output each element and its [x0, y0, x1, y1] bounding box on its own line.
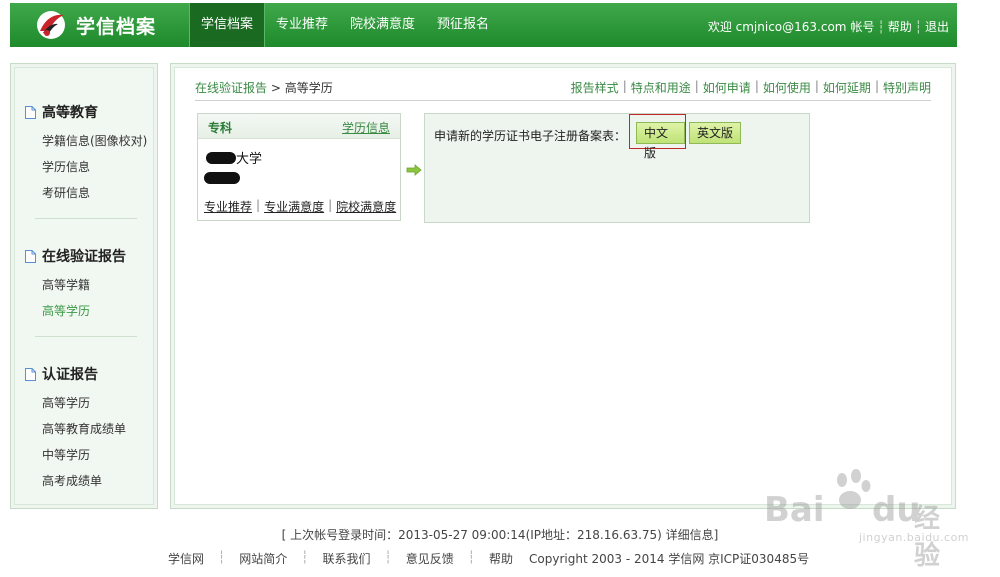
sidebar-item-cert-secondary[interactable]: 中等学历 [42, 442, 153, 468]
sidebar-item-degree-info[interactable]: 学历信息 [42, 154, 153, 180]
school-name: 大学 [206, 148, 262, 167]
footer-link-about[interactable]: 网站简介 [239, 550, 287, 567]
main-panel: 在线验证报告 > 高等学历 报告样式 | 特点和用途 | 如何申请 | 如何使用… [170, 63, 956, 509]
main-inner: 在线验证报告 > 高等学历 报告样式 | 特点和用途 | 如何申请 | 如何使用… [174, 67, 952, 505]
copyright: Copyright 2003 - 2014 学信网 京ICP证030485号 [529, 552, 810, 566]
watermark-url: jingyan.baidu.com [859, 531, 970, 544]
logo-text: 学信档案 [76, 15, 157, 38]
header-rule [195, 100, 931, 101]
degree-card-header: 专科 学历信息 [198, 114, 400, 139]
sidebar-group-higher-education: 高等教育 学籍信息(图像校对) 学历信息 考研信息 [15, 102, 153, 206]
apply-label: 申请新的学历证书电子注册备案表： [434, 129, 627, 143]
document-icon [25, 105, 36, 119]
paw-icon [837, 469, 871, 509]
site-logo[interactable]: 学信档案 [34, 9, 156, 41]
sidebar-item-higher-enrollment[interactable]: 高等学籍 [42, 272, 153, 298]
sidebar-group-title: 在线验证报告 [25, 246, 153, 266]
document-icon [25, 249, 36, 263]
major-name [204, 172, 240, 187]
divider: ┆ [877, 20, 885, 34]
card-link-major-satisfaction[interactable]: 专业满意度 [264, 198, 324, 215]
help-link[interactable]: 帮助 [888, 3, 912, 47]
sidebar-group-title: 认证报告 [25, 364, 153, 384]
link-how-to-extend[interactable]: 如何延期 [823, 79, 871, 96]
divider: ┆ [218, 550, 226, 564]
sidebar-inner: 高等教育 学籍信息(图像校对) 学历信息 考研信息 在线验证报告 高等学籍 高等… [14, 67, 154, 505]
footer-links: 学信网 ┆ 网站简介 ┆ 联系我们 ┆ 意见反馈 ┆ 帮助 Copyright … [168, 550, 809, 567]
sidebar-item-cert-transcript[interactable]: 高等教育成绩单 [42, 416, 153, 442]
breadcrumb-current: 高等学历 [284, 81, 333, 95]
divider: ┆ [467, 550, 475, 564]
breadcrumb: 在线验证报告 > 高等学历 [195, 79, 333, 96]
sidebar-group-label: 认证报告 [42, 367, 98, 383]
logout-link[interactable]: 退出 [925, 3, 949, 47]
sidebar-item-cert-gaokao[interactable]: 高考成绩单 [42, 468, 153, 494]
divider: ┆ [914, 20, 922, 34]
user-bar: 欢迎 cmjnico@163.com 帐号 ┆ 帮助 ┆ 退出 [708, 3, 949, 47]
sidebar-item-enrollment-info[interactable]: 学籍信息(图像校对) [42, 128, 153, 154]
divider: | [694, 79, 699, 93]
link-how-to-apply[interactable]: 如何申请 [703, 79, 751, 96]
footer-link-help[interactable]: 帮助 [489, 550, 513, 567]
logo-icon [37, 11, 65, 39]
breadcrumb-link[interactable]: 在线验证报告 [195, 81, 267, 95]
welcome-text: 欢迎 cmjnico@163.com [707, 20, 847, 34]
footer-link-contact[interactable]: 联系我们 [323, 550, 371, 567]
divider: | [754, 79, 759, 93]
card-link-major-recommend[interactable]: 专业推荐 [204, 198, 252, 215]
degree-info-link[interactable]: 学历信息 [342, 119, 390, 136]
sidebar-group-label: 在线验证报告 [42, 249, 126, 265]
main-nav: 学信档案 专业推荐 院校满意度 预征报名 [189, 3, 500, 47]
nav-tab-school-satisfaction[interactable]: 院校满意度 [339, 3, 426, 47]
footer-link-feedback[interactable]: 意见反馈 [406, 550, 454, 567]
sidebar: 高等教育 学籍信息(图像校对) 学历信息 考研信息 在线验证报告 高等学籍 高等… [10, 63, 158, 509]
report-help-links: 报告样式 | 特点和用途 | 如何申请 | 如何使用 | 如何延期 | 特别声明 [571, 79, 931, 96]
breadcrumb-separator: > [270, 81, 281, 95]
sidebar-group-label: 高等教育 [42, 105, 98, 121]
document-icon [25, 367, 36, 381]
chinese-version-highlight: 中文版 [629, 114, 686, 160]
link-report-sample[interactable]: 报告样式 [571, 79, 619, 96]
sidebar-group-online-report: 在线验证报告 高等学籍 高等学历 [15, 246, 153, 324]
sidebar-item-postgrad-exam-info[interactable]: 考研信息 [42, 180, 153, 206]
school-suffix: 大学 [236, 152, 263, 167]
nav-tab-major-recommend[interactable]: 专业推荐 [265, 3, 339, 47]
chinese-version-button[interactable]: 中文版 [636, 122, 685, 160]
link-special-statement[interactable]: 特别声明 [883, 79, 931, 96]
divider: | [814, 79, 819, 93]
divider: | [256, 198, 261, 212]
nav-tab-conscription[interactable]: 预征报名 [426, 3, 500, 47]
degree-card-links: 专业推荐 | 专业满意度 | 院校满意度 [204, 198, 396, 215]
apply-panel: 申请新的学历证书电子注册备案表： 中文版 英文版 [424, 113, 810, 223]
sidebar-group-certification: 认证报告 高等学历 高等教育成绩单 中等学历 高考成绩单 [15, 364, 153, 494]
watermark-brand: Bai [764, 490, 825, 530]
top-header: 学信档案 学信档案 专业推荐 院校满意度 预征报名 欢迎 cmjnico@163… [10, 3, 957, 47]
footer-link-chsi[interactable]: 学信网 [168, 550, 204, 567]
divider: ┆ [384, 550, 392, 564]
baidu-jingyan-watermark: Bai du 经验 jingyan.baidu.com [764, 468, 969, 571]
link-how-to-use[interactable]: 如何使用 [763, 79, 811, 96]
account-link[interactable]: 帐号 [850, 3, 874, 47]
english-version-button[interactable]: 英文版 [689, 122, 742, 144]
redacted-school-mark [206, 151, 236, 164]
sidebar-item-higher-degree[interactable]: 高等学历 [42, 298, 153, 324]
redacted-major-mark [204, 172, 240, 184]
sidebar-divider [35, 218, 137, 219]
divider: | [328, 198, 333, 212]
arrow-right-icon [406, 164, 422, 176]
sidebar-group-title: 高等教育 [25, 102, 153, 122]
degree-card: 专科 学历信息 大学 专业推荐 | 专业满意度 | 院校满意度 [197, 113, 401, 221]
link-features[interactable]: 特点和用途 [631, 79, 691, 96]
degree-level: 专科 [208, 121, 233, 135]
nav-tab-xuexin-archive[interactable]: 学信档案 [189, 3, 266, 47]
card-link-school-satisfaction[interactable]: 院校满意度 [336, 198, 396, 215]
sidebar-item-cert-higher-degree[interactable]: 高等学历 [42, 390, 153, 416]
divider: | [622, 79, 627, 93]
divider: ┆ [301, 550, 309, 564]
sidebar-divider [35, 336, 137, 337]
divider: | [874, 79, 879, 93]
